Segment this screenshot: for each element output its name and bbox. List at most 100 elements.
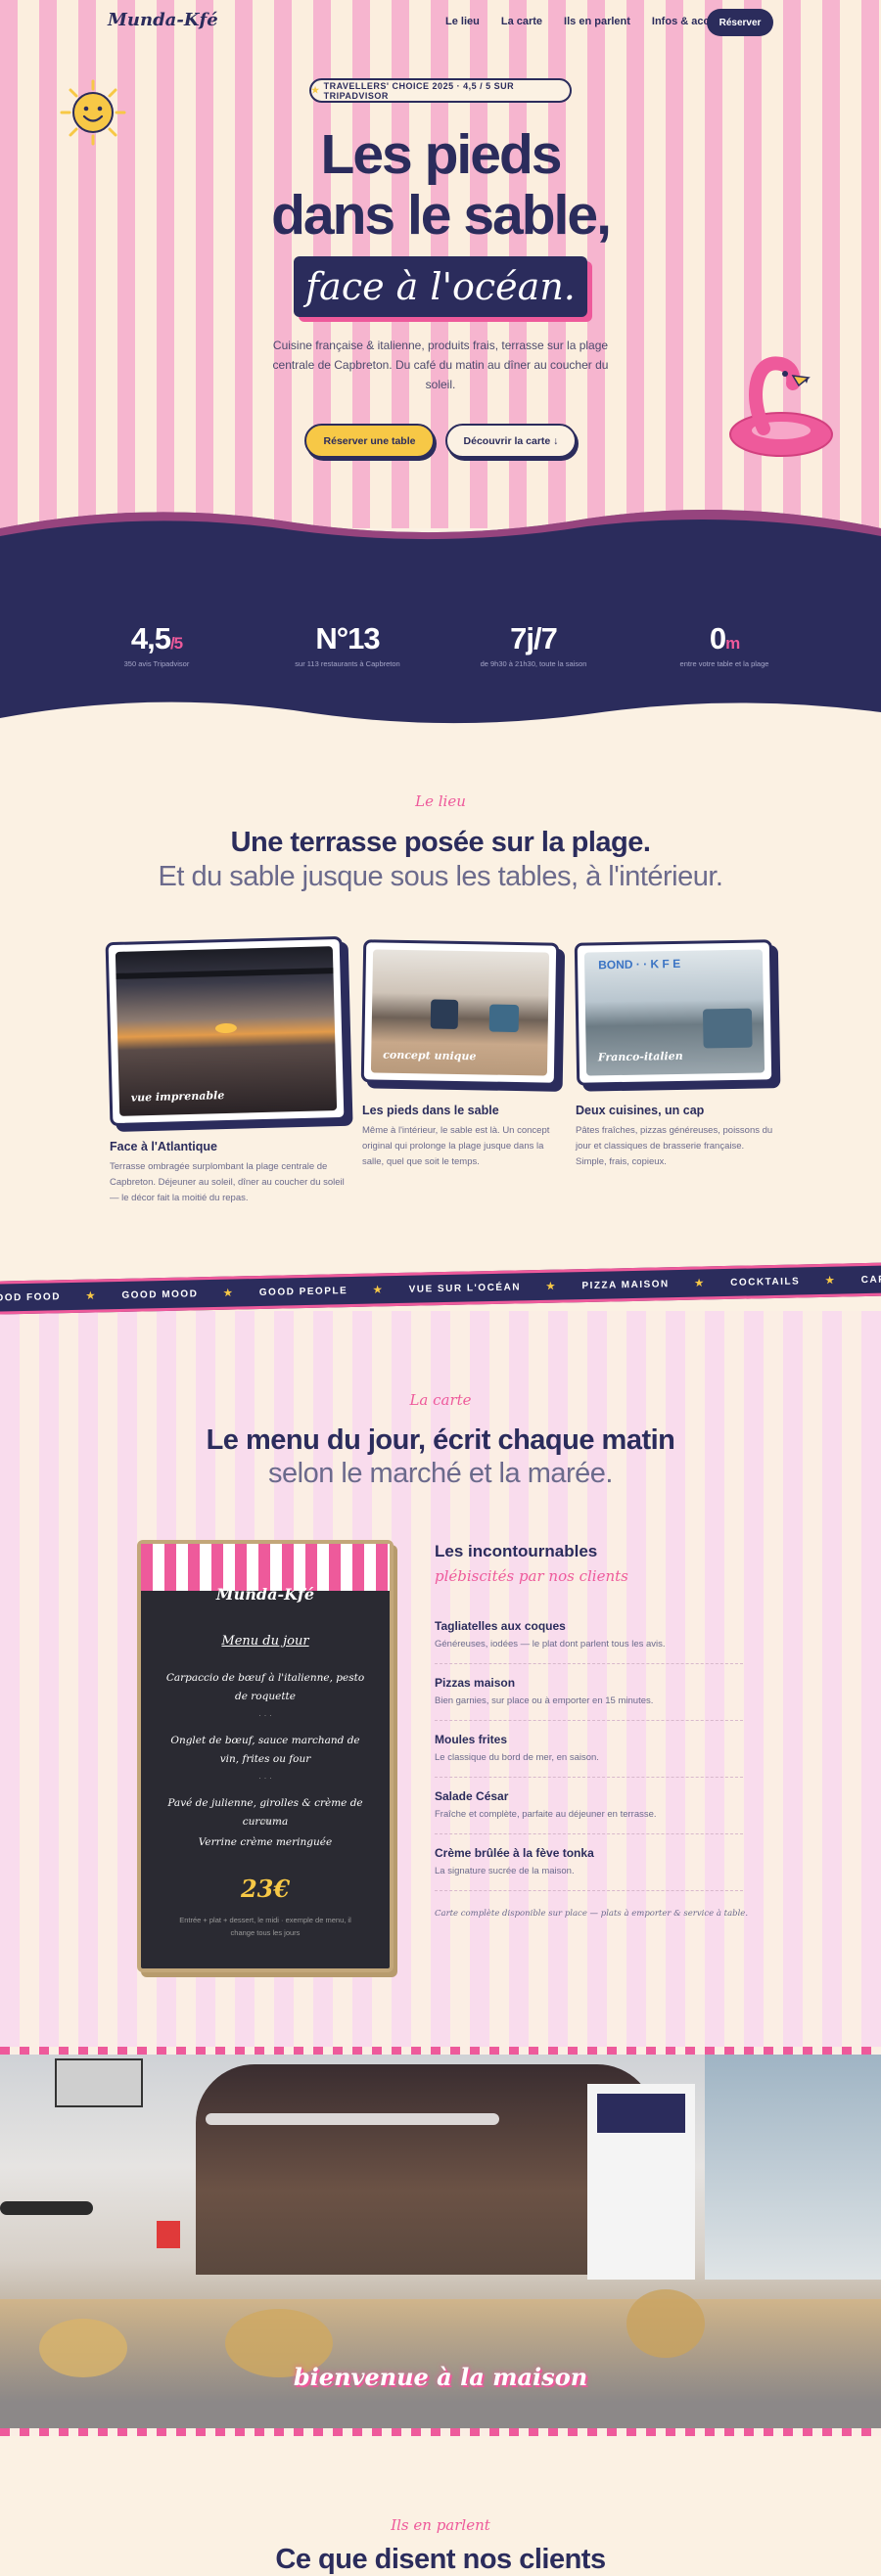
- stat-value: 4,5: [130, 621, 171, 655]
- sign-icon: BOND · · K F E: [598, 956, 681, 972]
- card-title: Les pieds dans le sable: [362, 1104, 499, 1117]
- board-separator: · · ·: [258, 1773, 272, 1783]
- divider: [435, 1720, 743, 1721]
- badge-text: TRAVELLERS' CHOICE 2025 · 4,5 / 5 SUR TR…: [323, 80, 515, 101]
- star-icon: ★: [825, 1275, 836, 1287]
- stat-hours: 7j/7 de 9h30 à 21h30, toute la saison: [460, 621, 607, 668]
- dish-name: Crème brûlée à la fève tonka: [435, 1846, 594, 1860]
- card-text: Terrasse ombragée surplombant la plage c…: [110, 1161, 345, 1203]
- lieu-kicker: Le lieu: [415, 792, 466, 810]
- awning: [141, 1544, 390, 1591]
- logo[interactable]: Munda-Kfé: [108, 10, 218, 30]
- reviews-title: Ce que disent nos clients: [275, 2544, 606, 2575]
- top-nav: Munda-Kfé Le lieu La carte Ils en parlen…: [0, 0, 881, 45]
- star-icon: ★: [223, 1288, 234, 1299]
- sunset-photo: vue imprenable: [115, 946, 338, 1116]
- board-heading: Menu du jour: [221, 1634, 309, 1649]
- must-item: Tagliatelles aux coques Généreuses, iodée…: [435, 1619, 666, 1650]
- hero-title-highlight: face à l'océan.: [294, 256, 587, 317]
- photo-card-ocean[interactable]: vue imprenable: [105, 935, 348, 1127]
- must-item: Moules frites Le classique du bord de mer…: [435, 1733, 599, 1763]
- welcome-caption: bienvenue à la maison: [293, 2363, 588, 2391]
- star-icon: ★: [545, 1281, 557, 1292]
- stat-unit: /5: [169, 634, 183, 653]
- dish-desc: Bien garnies, sur place ou à emporter en…: [435, 1695, 654, 1706]
- dish-desc: Le classique du bord de mer, en saison.: [435, 1752, 599, 1763]
- star-icon: ★: [373, 1284, 384, 1296]
- must-footnote: Carte complète disponible sur place — pl…: [435, 1909, 749, 1919]
- divider: [435, 1833, 743, 1834]
- carte-title: Le menu du jour, écrit chaque matin: [206, 1424, 675, 1456]
- menu-board: Munda-Kfé Menu du jour Carpaccio de bœuf…: [137, 1540, 394, 1972]
- stat-unit: m: [725, 634, 740, 653]
- star-icon: ★: [311, 85, 320, 95]
- board-item: Verrine crème meringuée: [198, 1836, 333, 1848]
- dining-room-photo: concept unique: [370, 949, 550, 1076]
- board-item: Pavé de julienne, girolles & crème de cu…: [167, 1797, 363, 1828]
- dish-desc: La signature sucrée de la maison.: [435, 1866, 575, 1876]
- must-title: Les incontournables: [435, 1542, 598, 1560]
- board-item: Onglet de bœuf, sauce marchand de vin, f…: [170, 1735, 360, 1765]
- dish-desc: Généreuses, iodées — le plat dont parlen…: [435, 1639, 666, 1650]
- stat-rating: 4,5/5 350 avis Tripadvisor: [83, 621, 230, 668]
- stat-value: N°13: [315, 621, 380, 655]
- nav-link-lieu[interactable]: Le lieu: [445, 16, 480, 27]
- marquee-item: CAPBRETON: [860, 1272, 881, 1286]
- tripadvisor-badge: ★ TRAVELLERS' CHOICE 2025 · 4,5 / 5 SUR …: [309, 78, 572, 103]
- hero-section: Munda-Kfé Le lieu La carte Ils en parlen…: [0, 0, 881, 528]
- board-brand: Munda-Kfé: [215, 1585, 315, 1604]
- card-title: Deux cuisines, un cap: [576, 1104, 705, 1117]
- board-note: Entrée + plat + dessert, le midi · exemp…: [179, 1916, 351, 1937]
- divider: [435, 1890, 743, 1891]
- dish-name: Salade César: [435, 1789, 509, 1803]
- card-title: Face à l'Atlantique: [110, 1140, 217, 1153]
- stat-label: entre votre table et la plage: [679, 659, 769, 668]
- reserve-button[interactable]: Réserver: [707, 9, 773, 36]
- card-text: Pâtes fraîches, pizzas généreuses, poiss…: [576, 1125, 773, 1167]
- marquee-banner: DOD FOOD ★ GOOD MOOD ★ GOOD PEOPLE ★ VUE SU…: [0, 1262, 881, 1315]
- board-price: 23€: [240, 1875, 291, 1903]
- dish-name: Pizzas maison: [435, 1676, 516, 1690]
- photo-caption: vue imprenable: [130, 1089, 225, 1105]
- photo-caption: concept unique: [383, 1048, 477, 1063]
- must-subtitle: plébiscités par nos clients: [435, 1567, 628, 1585]
- must-item: Salade César Fraîche et complète, parfait…: [435, 1789, 657, 1820]
- stat-value: 7j/7: [510, 621, 558, 655]
- stat-distance: 0m entre votre table et la plage: [651, 621, 798, 668]
- stat-value: 0: [709, 621, 726, 655]
- marquee-item: GOOD MOOD: [121, 1288, 199, 1301]
- hero-title-line2: dans le sable,: [271, 184, 612, 247]
- nav-links: Le lieu La carte Ils en parlent Infos & …: [445, 16, 721, 27]
- hero-lede: Cuisine française & italienne, produits …: [272, 339, 609, 391]
- divider: [435, 1777, 743, 1778]
- bar-photo: BOND · · K F E Franco-italien: [583, 949, 765, 1076]
- nav-link-carte[interactable]: La carte: [501, 16, 542, 27]
- lieu-title: Une terrasse posée sur la plage.: [230, 827, 651, 858]
- marquee-item: PIZZA MAISON: [581, 1278, 670, 1291]
- board-separator: — ou —: [249, 1816, 282, 1826]
- stat-label: 350 avis Tripadvisor: [123, 659, 190, 668]
- reviews-kicker: Ils en parlent: [391, 2516, 490, 2534]
- must-item: Pizzas maison Bien garnies, sur place ou …: [435, 1676, 653, 1706]
- carte-subtitle: selon le marché et la marée.: [268, 1458, 613, 1489]
- lieu-subtitle: Et du sable jusque sous les tables, à l'…: [158, 861, 723, 892]
- photo-caption: Franco-italien: [597, 1049, 683, 1064]
- stat-ranking: N°13 sur 113 restaurants à Capbreton: [274, 621, 421, 668]
- carte-kicker: La carte: [409, 1391, 472, 1409]
- photo-card-cuisine[interactable]: BOND · · K F E Franco-italien: [574, 939, 775, 1086]
- divider: [435, 1663, 743, 1664]
- board-separator: · · ·: [258, 1710, 272, 1720]
- card-text: Même à l'intérieur, le sable est là. Un …: [362, 1125, 550, 1167]
- book-table-button[interactable]: Réserver une table: [304, 424, 435, 458]
- nav-link-avis[interactable]: Ils en parlent: [564, 16, 630, 27]
- hero-title-line1: Les pieds: [320, 123, 563, 186]
- must-item: Crème brûlée à la fève tonka La signature…: [435, 1846, 594, 1876]
- stat-label: sur 113 restaurants à Capbreton: [295, 659, 400, 668]
- flamingo-float-icon: [729, 356, 833, 457]
- marquee-item: DOD FOOD: [0, 1290, 62, 1304]
- photo-card-sand[interactable]: concept unique: [360, 939, 560, 1086]
- discover-menu-button[interactable]: Découvrir la carte ↓: [445, 424, 577, 458]
- star-icon: ★: [694, 1277, 706, 1289]
- dish-name: Moules frites: [435, 1733, 508, 1746]
- marquee-item: COCKTAILS: [730, 1275, 801, 1288]
